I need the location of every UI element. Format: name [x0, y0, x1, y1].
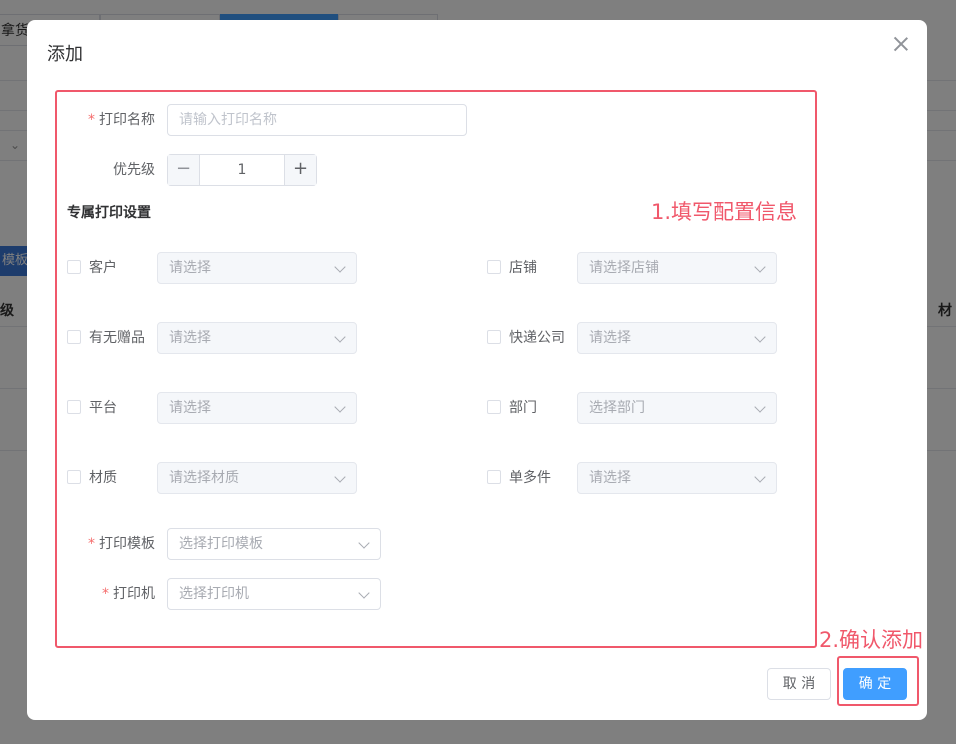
dialog-title: 添加 — [47, 44, 83, 65]
annotation-box-form — [55, 90, 817, 648]
close-icon[interactable] — [891, 34, 911, 54]
confirm-button[interactable]: 确 定 — [843, 668, 907, 700]
add-dialog: 添加 * 打印名称 请输入打印名称 优先级 − 1 + 专属打印设置 客户 请选择… — [27, 20, 927, 720]
cancel-button[interactable]: 取 消 — [767, 668, 831, 700]
annotation-step2: 2.确认添加 — [819, 628, 924, 652]
annotation-step1: 1.填写配置信息 — [651, 200, 798, 224]
